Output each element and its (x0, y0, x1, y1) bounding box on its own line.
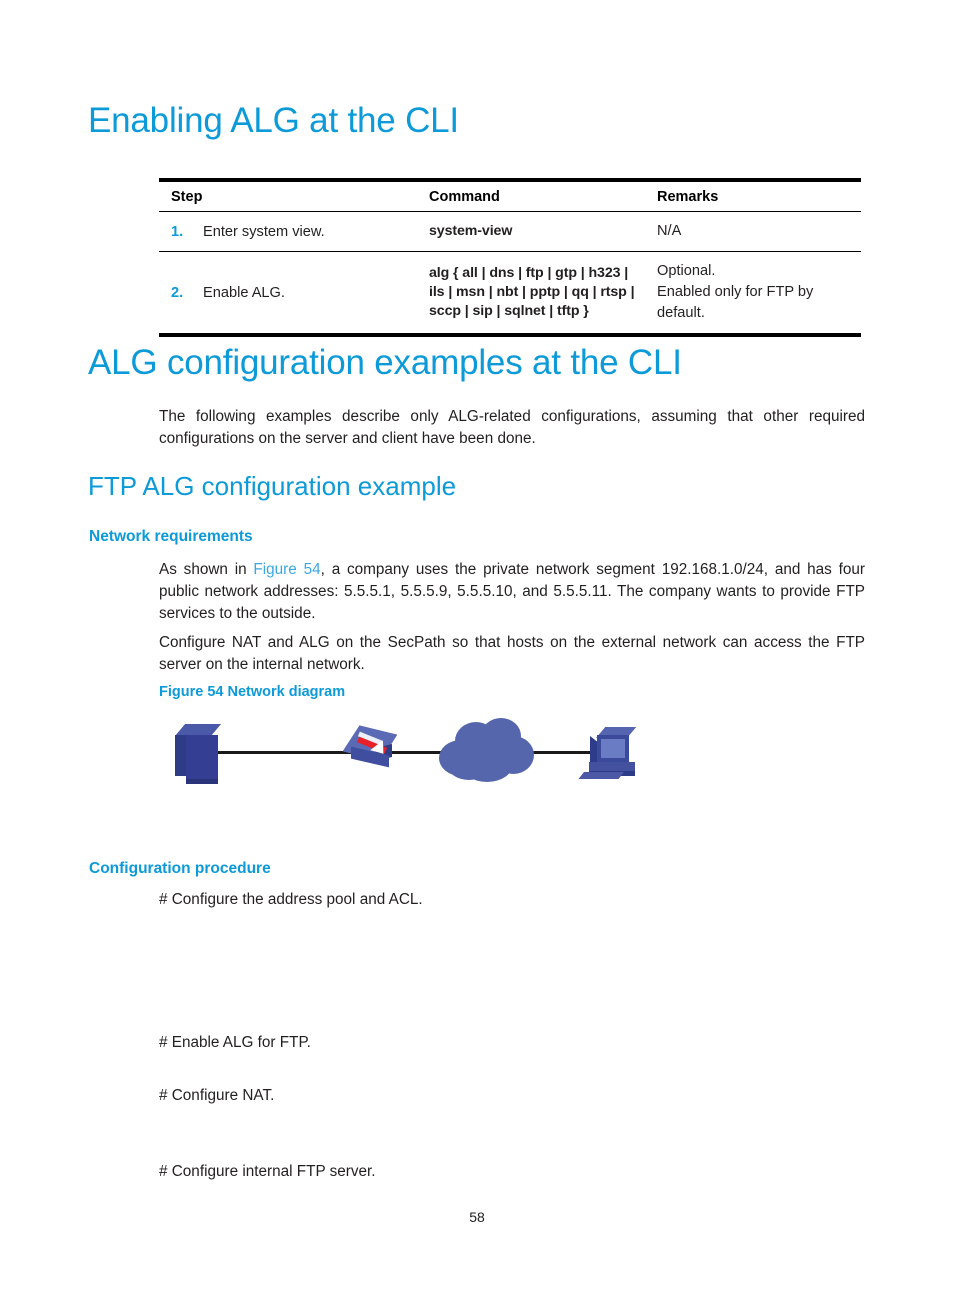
command-text: system-view (429, 223, 513, 239)
heading-configuration-procedure: Configuration procedure (89, 860, 271, 877)
config-comment-address-pool-acl: # Configure the address pool and ACL. (159, 891, 423, 908)
server-side-face (175, 735, 186, 776)
column-header-remarks: Remarks (645, 178, 861, 212)
table-header-row: Step Command Remarks (159, 178, 861, 212)
figure-54-cross-reference[interactable]: Figure 54 (253, 561, 320, 578)
step-text: Enter system view. (203, 223, 325, 240)
network-diagram-figure-54 (159, 706, 679, 801)
heading-enabling-alg-at-the-cli: Enabling ALG at the CLI (88, 101, 459, 140)
step-text: Enable ALG. (203, 284, 285, 301)
table-row: 1. Enter system view. system-view N/A (159, 211, 861, 252)
page-number: 58 (469, 1209, 485, 1225)
server-front-face (186, 735, 218, 782)
pc-keyboard (578, 772, 624, 779)
firewall-secpath-icon (342, 725, 404, 774)
ftp-server-icon (175, 724, 231, 786)
column-header-step: Step (159, 178, 417, 212)
remark-line: Optional. (657, 263, 716, 279)
config-comment-configure-nat: # Configure NAT. (159, 1087, 275, 1104)
host-pc-icon (578, 722, 650, 788)
cell-remarks-1: N/A (645, 211, 861, 252)
heading-ftp-alg-configuration-example: FTP ALG configuration example (88, 471, 457, 501)
alg-steps-table: Step Command Remarks 1. Enter system view… (159, 178, 861, 337)
figure-54-caption: Figure 54 Network diagram (159, 684, 346, 700)
server-base (186, 779, 218, 784)
command-line: ils | msn | nbt | pptp | qq | rtsp | (429, 284, 635, 300)
step-number: 1. (171, 223, 184, 240)
examples-intro-paragraph: The following examples describe only ALG… (159, 408, 865, 447)
heading-alg-configuration-examples: ALG configuration examples at the CLI (88, 343, 682, 382)
document-page: Enabling ALG at the CLI Step Command Rem… (0, 0, 954, 1296)
network-requirements-paragraph-1: As shown in Figure 54, a company uses th… (159, 559, 865, 625)
command-line: sccp | sip | sqlnet | tftp } (429, 303, 589, 319)
remark-line: N/A (657, 223, 682, 239)
paragraph-text-before-xref: As shown in (159, 561, 254, 578)
cell-step-1: 1. Enter system view. (159, 211, 417, 252)
command-line: alg { all | dns | ftp | gtp | h323 | (429, 265, 629, 281)
internet-cloud-icon (439, 718, 534, 784)
table-row: 2. Enable ALG. alg { all | dns | ftp | gt… (159, 251, 861, 337)
config-comment-internal-ftp-server: # Configure internal FTP server. (159, 1163, 376, 1180)
cell-remarks-2: Optional. Enabled only for FTP by defaul… (645, 251, 861, 337)
cell-command-2: alg { all | dns | ftp | gtp | h323 | ils… (417, 251, 645, 337)
step-number: 2. (171, 284, 184, 301)
cell-command-1: system-view (417, 211, 645, 252)
remark-line: Enabled only for FTP by default. (657, 284, 814, 321)
cell-step-2: 2. Enable ALG. (159, 251, 417, 337)
network-requirements-paragraph-2: Configure NAT and ALG on the SecPath so … (159, 634, 865, 673)
heading-network-requirements: Network requirements (89, 528, 253, 545)
column-header-command: Command (417, 178, 645, 212)
pc-screen (601, 739, 625, 758)
config-comment-enable-alg-ftp: # Enable ALG for FTP. (159, 1034, 311, 1051)
